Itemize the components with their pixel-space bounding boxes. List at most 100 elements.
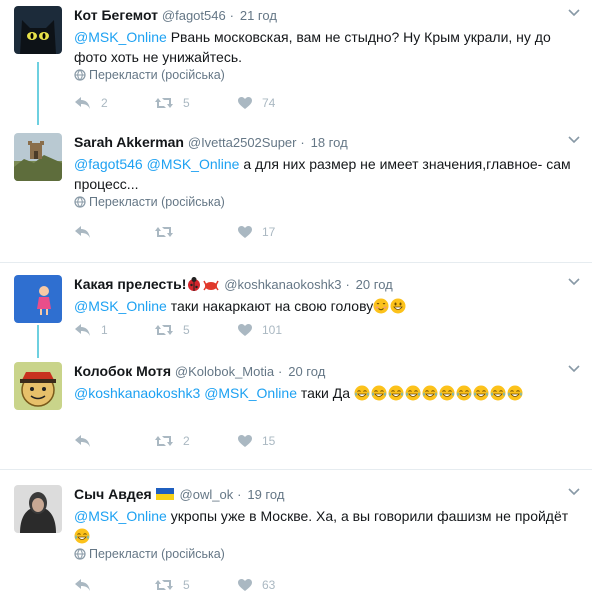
display-name[interactable]: Какая прелесть! xyxy=(74,276,186,292)
timestamp[interactable]: 18 год xyxy=(311,135,348,150)
tweet-actions: 1 5 101 xyxy=(74,321,374,339)
chevron-down-icon[interactable] xyxy=(568,487,580,497)
crying-laughing-emoji xyxy=(473,385,489,401)
reply-button[interactable] xyxy=(74,576,101,594)
cartoon-kolobok-avatar xyxy=(14,362,62,410)
chevron-down-icon[interactable] xyxy=(568,364,580,374)
crying-laughing-emoji xyxy=(371,385,387,401)
user-handle[interactable]: @Ivetta2502Super xyxy=(188,135,297,150)
crying-laughing-emoji xyxy=(490,385,506,401)
reply-count: 1 xyxy=(101,323,108,337)
like-count: 74 xyxy=(262,96,276,110)
translate-link[interactable]: Перекласти (російська) xyxy=(74,194,225,210)
crying-laughing-emoji xyxy=(354,385,370,401)
mention-link[interactable]: @fagot546 xyxy=(74,156,143,172)
tweet[interactable]: Колобок Мотя @Kolobok_Motia · 20 год @ko… xyxy=(0,362,592,454)
like-button[interactable]: 74 xyxy=(237,94,275,112)
timestamp[interactable]: 21 год xyxy=(240,8,277,23)
chevron-down-icon[interactable] xyxy=(568,8,580,18)
avatar[interactable] xyxy=(14,133,62,181)
like-count: 63 xyxy=(262,578,276,592)
translate-label: Перекласти (російська) xyxy=(89,195,225,209)
like-button[interactable]: 101 xyxy=(237,321,282,339)
retweet-icon xyxy=(155,436,173,446)
heart-icon xyxy=(238,226,252,238)
retweet-count: 5 xyxy=(183,96,190,110)
user-handle[interactable]: @Kolobok_Motia xyxy=(175,364,274,379)
crying-laughing-emoji xyxy=(507,385,523,401)
tweet-text: @MSK_Online укропы уже в Москве. Ха, а в… xyxy=(74,506,579,546)
ladybug-icon xyxy=(188,277,220,291)
tweet[interactable]: Sarah Akkerman @Ivetta2502Super · 18 год… xyxy=(0,133,592,245)
timestamp[interactable]: 20 год xyxy=(288,364,325,379)
crying-laughing-emoji-row xyxy=(354,385,524,401)
ladybug-crab-emoji xyxy=(186,276,220,296)
retweet-button[interactable] xyxy=(154,223,183,241)
translate-link[interactable]: Перекласти (російська) xyxy=(74,67,225,83)
like-button[interactable]: 63 xyxy=(237,576,275,594)
retweet-button[interactable]: 5 xyxy=(154,321,190,339)
avatar[interactable] xyxy=(14,6,62,54)
avatar[interactable] xyxy=(14,362,62,410)
crying-laughing-emoji xyxy=(439,385,455,401)
mention-link[interactable]: @MSK_Online xyxy=(74,29,167,45)
avatar[interactable] xyxy=(14,275,62,323)
like-count: 101 xyxy=(262,323,283,337)
translate-link[interactable]: Перекласти (російська) xyxy=(74,546,225,562)
avatar[interactable] xyxy=(14,485,62,533)
reply-icon xyxy=(75,324,90,336)
user-handle[interactable]: @owl_ok xyxy=(180,487,234,502)
mention-link[interactable]: @MSK_Online xyxy=(147,156,240,172)
crying-laughing-emoji xyxy=(422,385,438,401)
tweet-header: Кот Бегемот @fagot546 · 21 год xyxy=(74,6,277,24)
chevron-down-icon[interactable] xyxy=(568,135,580,145)
retweet-button[interactable]: 5 xyxy=(154,576,190,594)
reply-button[interactable]: 1 xyxy=(74,321,108,339)
chevron-down-icon[interactable] xyxy=(568,277,580,287)
like-button[interactable]: 15 xyxy=(237,432,275,450)
retweet-button[interactable]: 2 xyxy=(154,432,190,450)
cartoon-girl-moon-avatar xyxy=(14,275,62,323)
like-button[interactable]: 17 xyxy=(237,223,275,241)
reply-button[interactable] xyxy=(74,223,101,241)
reply-icon xyxy=(75,579,90,591)
mention-link[interactable]: @koshkanaokoshk3 xyxy=(74,385,200,401)
user-handle[interactable]: @koshkanaokoshk3 xyxy=(224,277,341,292)
retweet-count: 5 xyxy=(183,578,190,592)
tweet-header: Sarah Akkerman @Ivetta2502Super · 18 год xyxy=(74,133,348,151)
tweet[interactable]: Кот Бегемот @fagot546 · 21 год @MSK_Onli… xyxy=(0,6,592,118)
display-name[interactable]: Кот Бегемот xyxy=(74,7,158,23)
like-count: 17 xyxy=(262,225,276,239)
mention-link[interactable]: @MSK_Online xyxy=(204,385,297,401)
display-name[interactable]: Сыч Авдея xyxy=(74,486,152,502)
tweet-text: @MSK_Online таки накаркают на свою голов… xyxy=(74,296,579,316)
heart-icon xyxy=(238,324,252,336)
mention-link[interactable]: @MSK_Online xyxy=(74,298,167,314)
crying-laughing-emoji xyxy=(456,385,472,401)
tweet-header: Сыч Авдея @owl_ok · 19 год xyxy=(74,485,284,503)
tweet-actions: 2 5 74 xyxy=(74,94,374,112)
tweet-text: @koshkanaokoshk3 @MSK_Online таки Да xyxy=(74,383,579,403)
tweet[interactable]: Какая прелесть! @koshkanaokoshk3 · 20 го… xyxy=(0,275,592,345)
display-name[interactable]: Колобок Мотя xyxy=(74,363,171,379)
display-name[interactable]: Sarah Akkerman xyxy=(74,134,184,150)
reply-button[interactable] xyxy=(74,432,101,450)
crying-laughing-emoji xyxy=(405,385,421,401)
divider xyxy=(0,469,592,470)
user-handle[interactable]: @fagot546 xyxy=(162,8,226,23)
mention-link[interactable]: @MSK_Online xyxy=(74,508,167,524)
heart-icon xyxy=(238,579,252,591)
crying-laughing-emoji xyxy=(74,528,90,544)
timestamp[interactable]: 20 год xyxy=(356,277,393,292)
reply-count: 2 xyxy=(101,96,108,110)
retweet-button[interactable]: 5 xyxy=(154,94,190,112)
man-hoodie-avatar xyxy=(14,485,62,533)
tweet-text: @fagot546 @MSK_Online а для них размер н… xyxy=(74,154,579,194)
globe-icon xyxy=(74,196,86,208)
timestamp[interactable]: 19 год xyxy=(247,487,284,502)
reply-button[interactable]: 2 xyxy=(74,94,108,112)
translate-label: Перекласти (російська) xyxy=(89,547,225,561)
tweet-text: @MSK_Online Рвань московская, вам не сты… xyxy=(74,27,579,67)
retweet-count: 2 xyxy=(183,434,190,448)
tweet[interactable]: Сыч Авдея @owl_ok · 19 год @MSK_Online у… xyxy=(0,485,592,597)
